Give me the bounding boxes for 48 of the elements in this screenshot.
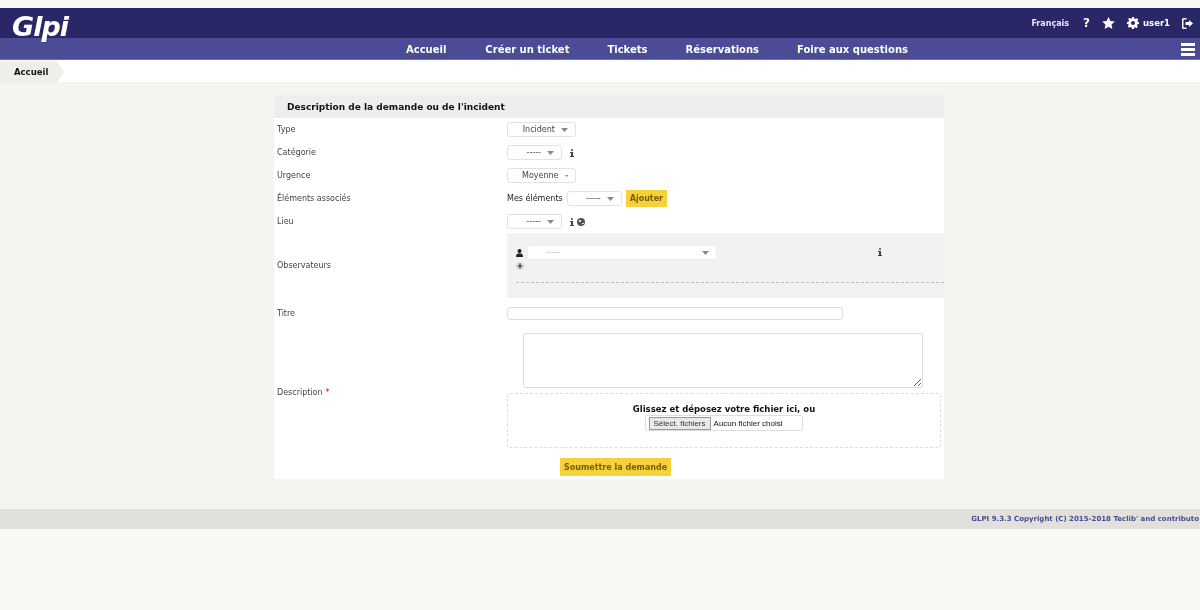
nav-link[interactable]: Accueil — [406, 43, 447, 55]
globe-icon[interactable] — [577, 217, 585, 226]
select-field[interactable]: ----- — [566, 191, 622, 206]
info-icon[interactable] — [570, 217, 574, 226]
select-field[interactable]: Moyenne — [507, 168, 576, 183]
help-link[interactable]: ? — [1083, 16, 1090, 30]
language-link[interactable]: Français — [1031, 18, 1070, 28]
field-label: Lieu — [277, 217, 294, 226]
info-icon[interactable] — [878, 247, 882, 256]
field-label: Titre — [277, 308, 296, 318]
caret-icon — [547, 219, 554, 224]
file-status: Aucun fichier choisi — [713, 418, 783, 428]
title-field[interactable] — [507, 306, 843, 320]
select-field[interactable]: ----- — [507, 214, 562, 229]
add-button[interactable]: Ajouter — [625, 190, 668, 207]
drop-zone[interactable]: Glissez et déposez votre fichier ici, ou Sélect. fichiers Aucun fichier choisi — [507, 393, 941, 448]
drop-text: Glissez et déposez votre fichier ici, ou — [632, 404, 816, 414]
field-label: Catégorie — [277, 148, 316, 157]
user-link[interactable]: user1 — [1143, 18, 1170, 28]
field-prefix: Mes éléments — [507, 194, 563, 203]
nav-link[interactable]: Créer un ticket — [485, 43, 570, 55]
form-title: Description de la demande ou de l'incident — [274, 95, 944, 118]
menu-icon[interactable] — [1181, 42, 1195, 56]
field-label: Description * — [277, 388, 330, 397]
submit-button[interactable]: Soumettre la demande — [560, 458, 672, 476]
select-field[interactable]: Incident — [507, 122, 576, 137]
field-label: Éléments associés — [277, 194, 351, 203]
field-label: Observateurs — [277, 261, 331, 270]
select-field[interactable]: ----- — [507, 145, 562, 160]
field-label: Type — [277, 125, 296, 134]
logout-icon[interactable] — [1182, 17, 1194, 29]
nav-link[interactable]: Tickets — [607, 43, 648, 55]
description-field[interactable] — [523, 333, 923, 388]
file-button[interactable]: Sélect. fichiers — [648, 416, 711, 430]
star-icon[interactable] — [1102, 17, 1115, 29]
caret-icon — [547, 150, 554, 155]
breadcrumb-link[interactable]: Accueil — [0, 61, 65, 83]
nav-link[interactable]: Foire aux questions — [797, 43, 908, 55]
user-icon — [516, 248, 523, 257]
add-icon[interactable] — [516, 262, 524, 270]
info-icon[interactable] — [570, 148, 574, 157]
caret-icon — [606, 196, 614, 201]
logo[interactable]: Glpi — [12, 12, 68, 42]
nav-link[interactable]: Réservations — [685, 43, 760, 55]
caret-icon — [561, 127, 568, 132]
field-label: Urgence — [277, 171, 311, 180]
caret-icon — [702, 250, 709, 255]
settings-icon[interactable] — [1127, 17, 1139, 29]
